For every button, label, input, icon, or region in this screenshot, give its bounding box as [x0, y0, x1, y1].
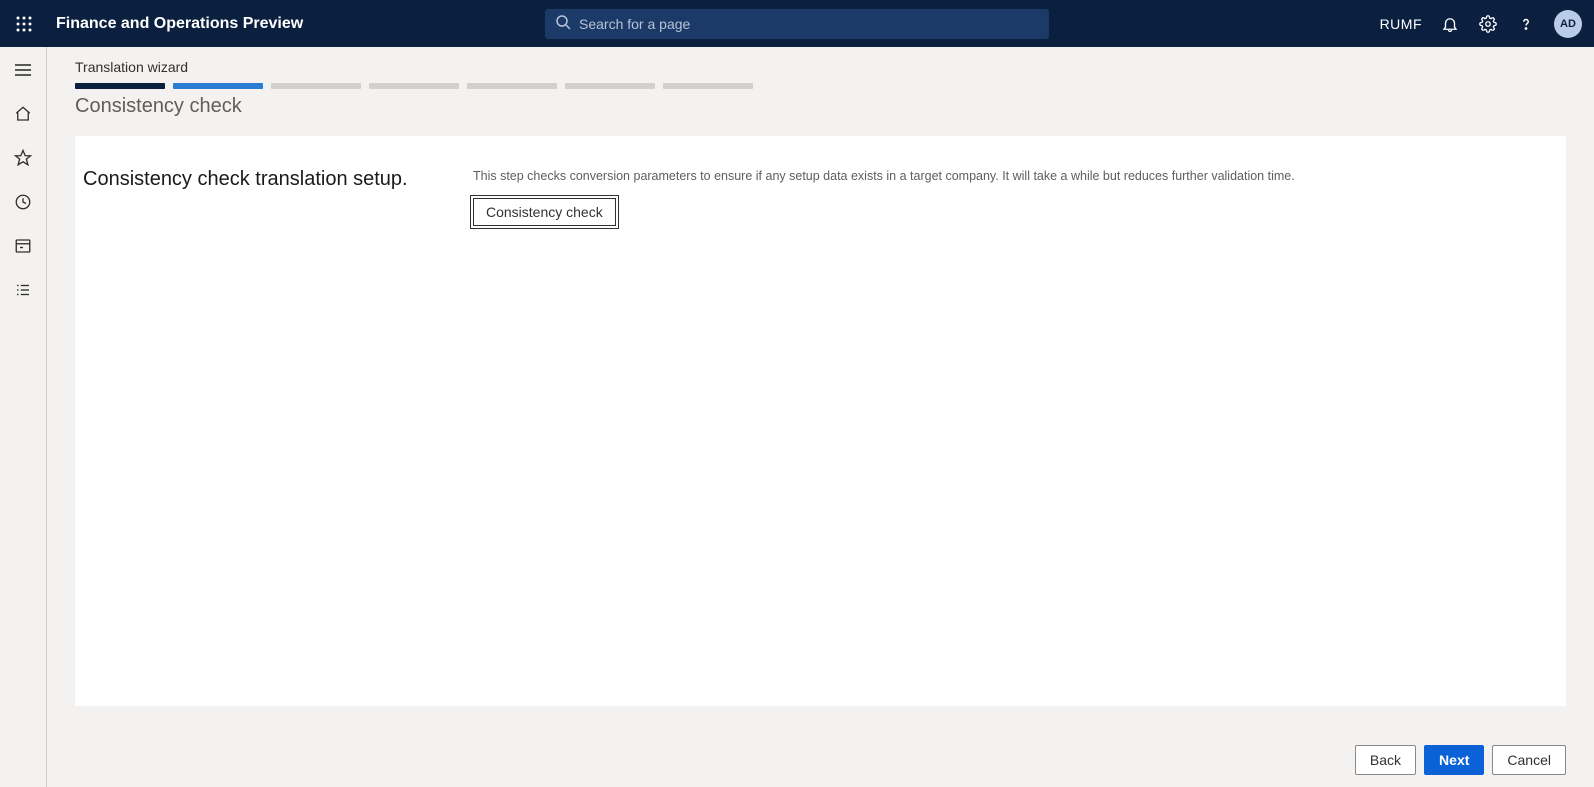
app-launcher-icon[interactable] — [8, 8, 40, 40]
company-code[interactable]: RUMF — [1380, 16, 1422, 32]
breadcrumb: Translation wizard — [47, 47, 1594, 83]
wizard-step-4 — [369, 83, 459, 89]
wizard-step-title: Consistency check — [75, 95, 1566, 118]
cancel-button[interactable]: Cancel — [1492, 745, 1566, 775]
wizard-header: Consistency check — [47, 83, 1594, 118]
wizard-step-1 — [75, 83, 165, 89]
wizard-step-7 — [663, 83, 753, 89]
wizard-steps — [75, 83, 1566, 89]
back-button[interactable]: Back — [1355, 745, 1416, 775]
help-icon[interactable] — [1516, 14, 1536, 34]
workspaces-icon[interactable] — [12, 235, 34, 257]
recent-icon[interactable] — [12, 191, 34, 213]
modules-icon[interactable] — [12, 279, 34, 301]
left-nav-rail — [0, 47, 47, 787]
global-search[interactable] — [545, 9, 1049, 39]
wizard-step-2 — [173, 83, 263, 89]
content-card: Consistency check translation setup. Thi… — [75, 136, 1566, 706]
search-icon — [555, 14, 571, 33]
top-navbar: Finance and Operations Preview RUMF AD — [0, 0, 1594, 47]
wizard-step-3 — [271, 83, 361, 89]
home-icon[interactable] — [12, 103, 34, 125]
search-input[interactable] — [579, 16, 1039, 32]
notifications-icon[interactable] — [1440, 14, 1460, 34]
app-title: Finance and Operations Preview — [56, 15, 303, 33]
wizard-step-5 — [467, 83, 557, 89]
wizard-footer: Back Next Cancel — [1355, 745, 1566, 775]
hamburger-icon[interactable] — [12, 59, 34, 81]
gear-icon[interactable] — [1478, 14, 1498, 34]
favorites-icon[interactable] — [12, 147, 34, 169]
main-content: Translation wizard Consistency check Con… — [47, 47, 1594, 787]
consistency-check-button[interactable]: Consistency check — [473, 198, 616, 226]
next-button[interactable]: Next — [1424, 745, 1484, 775]
user-avatar[interactable]: AD — [1554, 10, 1582, 38]
content-heading: Consistency check translation setup. — [83, 168, 465, 191]
content-description: This step checks conversion parameters t… — [473, 168, 1558, 186]
wizard-step-6 — [565, 83, 655, 89]
